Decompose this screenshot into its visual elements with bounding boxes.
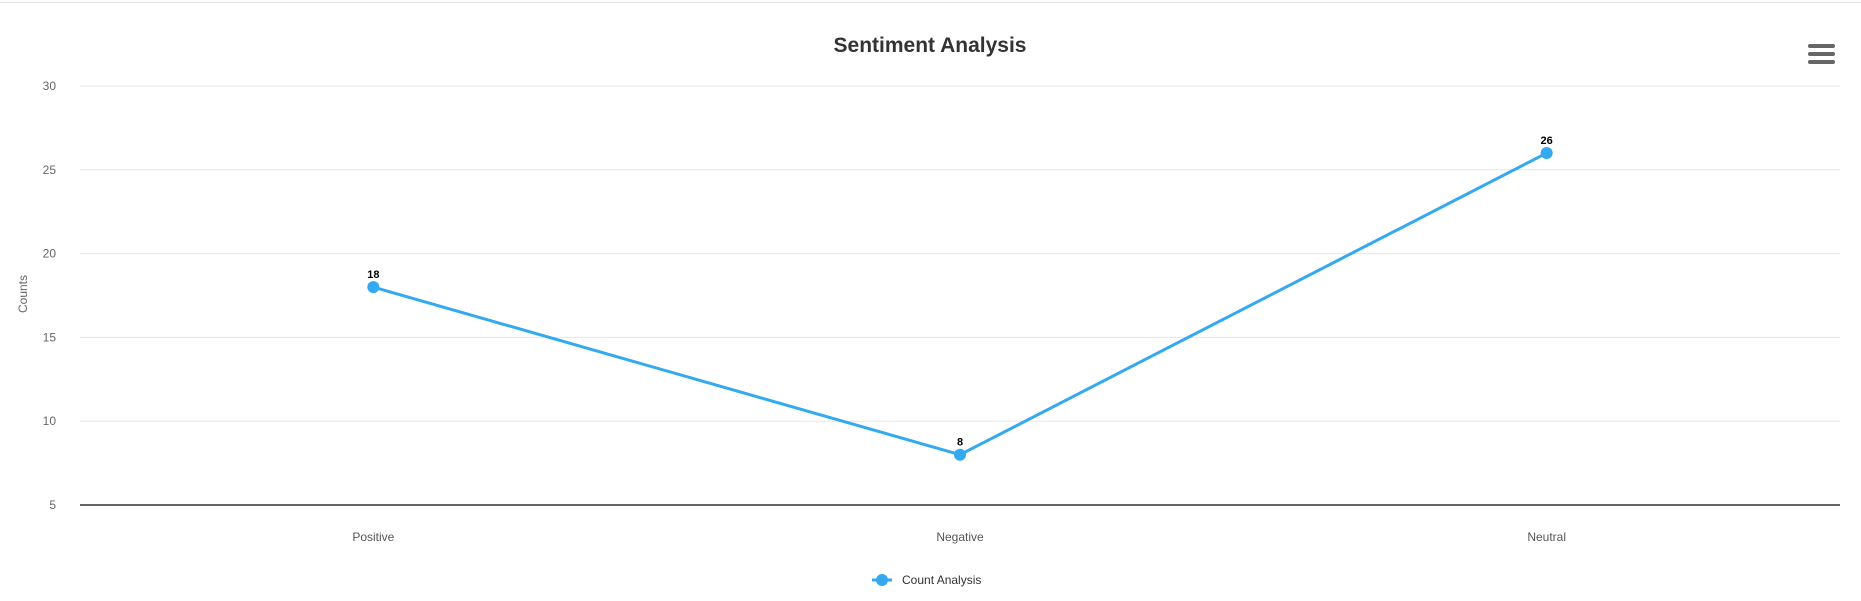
- series-layer: [367, 147, 1553, 461]
- x-tick-label-positive: Positive: [352, 530, 394, 544]
- y-tick-label: 25: [43, 163, 57, 177]
- legend[interactable]: Count Analysis: [872, 573, 981, 587]
- y-tick-label: 30: [43, 79, 57, 93]
- data-point-negative[interactable]: [954, 448, 966, 461]
- data-label-negative: 8: [957, 437, 963, 449]
- legend-point-marker: [876, 574, 888, 586]
- data-labels: 18 8 26: [367, 135, 1553, 449]
- context-menu-button[interactable]: [1804, 38, 1840, 68]
- grid-lines: [80, 85, 1840, 422]
- data-label-neutral: 26: [1541, 135, 1553, 147]
- y-tick-label: 20: [43, 247, 57, 261]
- chart-title: Sentiment Analysis: [834, 34, 1027, 57]
- y-tick-label: 15: [43, 330, 57, 344]
- legend-label[interactable]: Count Analysis: [902, 573, 981, 587]
- y-axis-title: Counts: [16, 275, 30, 313]
- x-axis-ticks: Positive Negative Neutral: [352, 530, 1566, 544]
- y-tick-label: 5: [49, 498, 56, 512]
- chart-container: Sentiment Analysis 5 10 15 20 25 30 Counts Po…: [0, 0, 1861, 601]
- legend-item[interactable]: Count Analysis: [872, 573, 981, 587]
- chart-svg: Sentiment Analysis 5 10 15 20 25 30 Counts Po…: [16, 34, 1840, 587]
- series-line: [371, 151, 1549, 457]
- y-axis-ticks: 5 10 15 20 25 30: [43, 79, 57, 512]
- x-tick-label-negative: Negative: [936, 530, 984, 544]
- x-tick-label-neutral: Neutral: [1527, 530, 1566, 544]
- data-point-neutral[interactable]: [1540, 147, 1553, 160]
- data-point-positive[interactable]: [367, 281, 380, 294]
- data-label-positive: 18: [367, 269, 379, 281]
- hamburger-menu-icon: [1808, 44, 1835, 64]
- y-tick-label: 10: [43, 414, 57, 428]
